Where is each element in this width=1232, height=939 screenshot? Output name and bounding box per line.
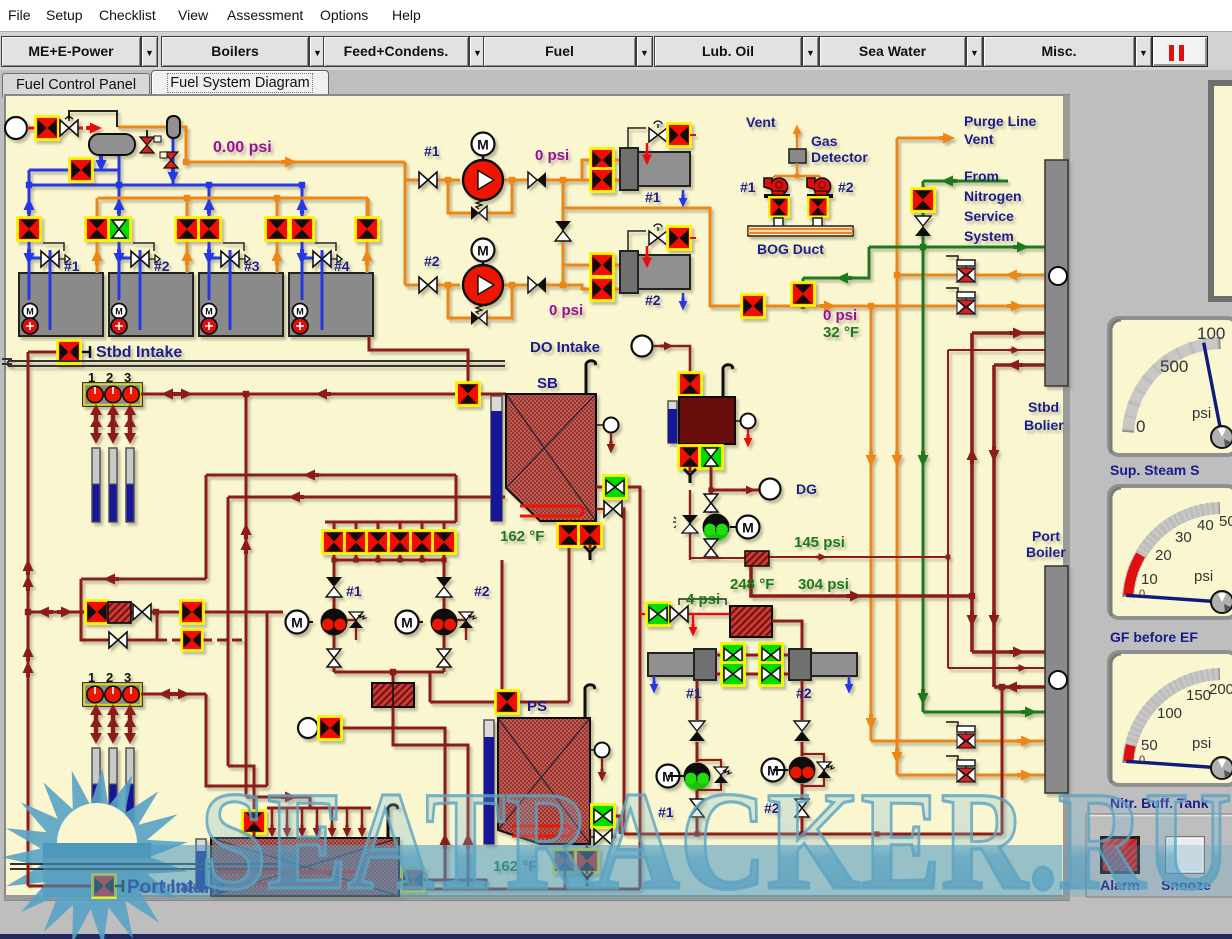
- svg-text:PS: PS: [527, 698, 547, 715]
- svg-text:50: 50: [1141, 737, 1158, 754]
- svg-text:System: System: [964, 228, 1014, 244]
- svg-text:4 psi: 4 psi: [686, 591, 720, 608]
- svg-text:Purge Line: Purge Line: [964, 113, 1037, 129]
- svg-text:Stbd Intake: Stbd Intake: [96, 344, 182, 361]
- svg-text:#1: #1: [686, 685, 702, 701]
- svg-text:DG: DG: [796, 481, 817, 497]
- svg-text:150: 150: [1186, 687, 1211, 704]
- svg-text:304 psi: 304 psi: [798, 576, 849, 593]
- svg-text:1: 1: [88, 670, 95, 685]
- svg-text:SB: SB: [537, 375, 558, 392]
- svg-text:1: 1: [88, 370, 95, 385]
- svg-text:Bolier: Bolier: [1024, 417, 1064, 433]
- svg-text:SEATRACKER.RU: SEATRACKER.RU: [200, 763, 1232, 919]
- svg-text:Service: Service: [964, 208, 1014, 224]
- svg-text:#1: #1: [346, 583, 362, 599]
- svg-text:#3: #3: [244, 258, 260, 274]
- svg-text:100: 100: [1157, 705, 1182, 722]
- svg-text:#2: #2: [838, 179, 854, 195]
- svg-text:Nitrogen: Nitrogen: [964, 188, 1022, 204]
- svg-text:20: 20: [1155, 547, 1172, 564]
- svg-text:Gas: Gas: [811, 133, 838, 149]
- svg-text:#1: #1: [645, 189, 661, 205]
- svg-text:30: 30: [1175, 529, 1192, 546]
- svg-text:DO Intake: DO Intake: [530, 339, 600, 356]
- svg-text:40: 40: [1197, 517, 1214, 534]
- svg-text:psi: psi: [1192, 735, 1211, 752]
- svg-text:#1: #1: [424, 143, 440, 159]
- svg-text:#1: #1: [64, 258, 80, 274]
- svg-text:psi: psi: [1192, 405, 1211, 422]
- svg-text:psi: psi: [1194, 568, 1213, 585]
- svg-text:Port: Port: [1032, 528, 1060, 544]
- svg-text:BOG Duct: BOG Duct: [757, 241, 824, 257]
- svg-text:Vent: Vent: [746, 114, 776, 130]
- svg-text:2: 2: [106, 670, 113, 685]
- svg-text:10: 10: [1141, 571, 1158, 588]
- svg-text:32 °F: 32 °F: [823, 324, 859, 341]
- svg-text:0.00 psi: 0.00 psi: [213, 139, 272, 156]
- svg-text:Boiler: Boiler: [1026, 544, 1066, 560]
- svg-text:Vent: Vent: [964, 131, 994, 147]
- svg-text:GF before EF: GF before EF: [1110, 629, 1198, 645]
- svg-text:#2: #2: [154, 258, 170, 274]
- svg-text:0 psi: 0 psi: [535, 147, 569, 164]
- svg-text:0 psi: 0 psi: [823, 307, 857, 324]
- svg-text:#2: #2: [645, 292, 661, 308]
- svg-text:Stbd: Stbd: [1028, 399, 1059, 415]
- svg-text:0: 0: [1139, 588, 1145, 600]
- svg-text:#4: #4: [334, 258, 350, 274]
- svg-text:Sup. Steam S: Sup. Steam S: [1110, 462, 1199, 478]
- svg-text:50: 50: [1219, 513, 1232, 530]
- svg-text:100: 100: [1197, 324, 1225, 343]
- svg-text:248 °F: 248 °F: [730, 576, 774, 593]
- svg-text:0 psi: 0 psi: [549, 302, 583, 319]
- svg-text:162 °F: 162 °F: [500, 528, 544, 545]
- svg-text:From: From: [964, 168, 999, 184]
- svg-text:#1: #1: [740, 179, 756, 195]
- svg-text:145 psi: 145 psi: [794, 534, 845, 551]
- svg-text:0: 0: [1136, 417, 1145, 436]
- svg-text:2: 2: [106, 370, 113, 385]
- svg-text:Detector: Detector: [811, 149, 868, 165]
- svg-text:#2: #2: [474, 583, 490, 599]
- svg-text:200: 200: [1209, 681, 1232, 698]
- svg-text:3: 3: [124, 370, 131, 385]
- svg-text:#2: #2: [796, 685, 812, 701]
- svg-text:500: 500: [1160, 357, 1188, 376]
- svg-text:3: 3: [124, 670, 131, 685]
- svg-text:#2: #2: [424, 253, 440, 269]
